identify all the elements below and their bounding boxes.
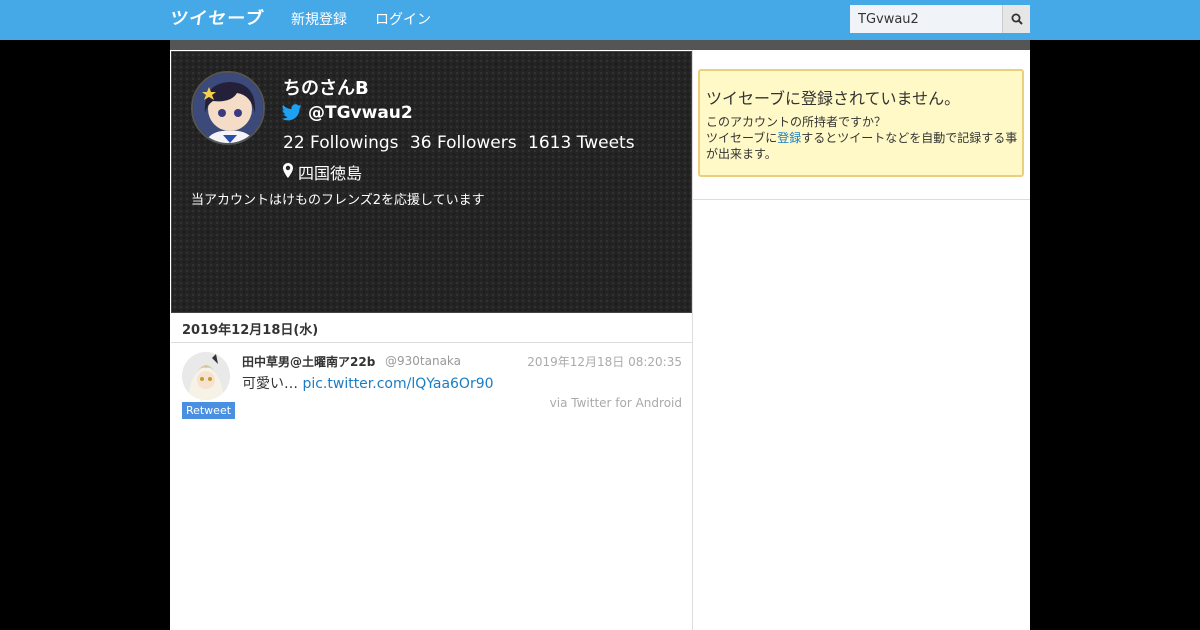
followers-count[interactable]: 36 Followers — [410, 133, 517, 153]
search-input[interactable] — [850, 5, 1002, 33]
header-strip — [170, 40, 1030, 50]
tweet-avatar[interactable] — [182, 352, 230, 400]
followings-count[interactable]: 22 Followings — [283, 133, 399, 153]
notice-line2-prefix: ツイセーブに — [706, 131, 778, 145]
notice-line1: このアカウントの所持者ですか？ — [706, 115, 887, 129]
search-icon — [1011, 13, 1023, 25]
profile-bio: 当アカウントはけものフレンズ2を応援しています — [191, 193, 485, 208]
profile-card: ちのさんB @TGvwau2 22 Followings 36 Follower… — [171, 51, 692, 313]
tweet-author-handle[interactable]: @930tanaka — [385, 354, 461, 368]
tweet-author-name[interactable]: 田中草男@土曜南ア22b — [242, 353, 375, 370]
notice-title: ツイセーブに登録されていません。 — [706, 89, 961, 108]
top-navbar: ツイセーブ 新規登録 ログイン — [0, 0, 1200, 40]
tweets-count[interactable]: 1613 Tweets — [528, 133, 635, 153]
column-divider — [692, 50, 693, 630]
tweet-via: via Twitter for Android — [549, 396, 682, 410]
notice-body: このアカウントの所持者ですか？ ツイセーブに登録するとツイートなどを自動で記録す… — [706, 114, 1021, 162]
profile-stats: 22 Followings 36 Followers 1613 Tweets — [283, 133, 641, 153]
search-button[interactable] — [1002, 5, 1030, 33]
not-registered-notice: ツイセーブに登録されていません。 このアカウントの所持者ですか？ ツイセーブに登… — [698, 69, 1024, 177]
tweet-text-body: 可愛い… — [242, 376, 303, 392]
profile-location: 四国徳島 — [298, 164, 363, 183]
timeline-date-header: 2019年12月18日(水) — [171, 313, 692, 343]
nav-register-link[interactable]: 新規登録 — [291, 11, 347, 29]
tweet-media-link[interactable]: pic.twitter.com/lQYaa6Or90 — [302, 376, 493, 392]
twitter-bird-icon — [282, 104, 302, 121]
site-logo[interactable]: ツイセーブ — [169, 9, 266, 29]
nav-login-link[interactable]: ログイン — [375, 11, 431, 29]
tweet-text: 可愛い… pic.twitter.com/lQYaa6Or90 — [242, 373, 494, 393]
main-content: ちのさんB @TGvwau2 22 Followings 36 Follower… — [170, 50, 1030, 630]
sidebar-divider — [693, 199, 1030, 200]
profile-avatar[interactable] — [191, 71, 265, 145]
profile-name: ちのさんB — [283, 78, 369, 99]
tweet-timestamp[interactable]: 2019年12月18日 08:20:35 — [527, 353, 682, 370]
map-marker-icon — [283, 163, 293, 178]
profile-handle[interactable]: @TGvwau2 — [308, 103, 413, 123]
notice-register-link[interactable]: 登録 — [777, 131, 801, 145]
retweet-badge: Retweet — [182, 402, 235, 419]
